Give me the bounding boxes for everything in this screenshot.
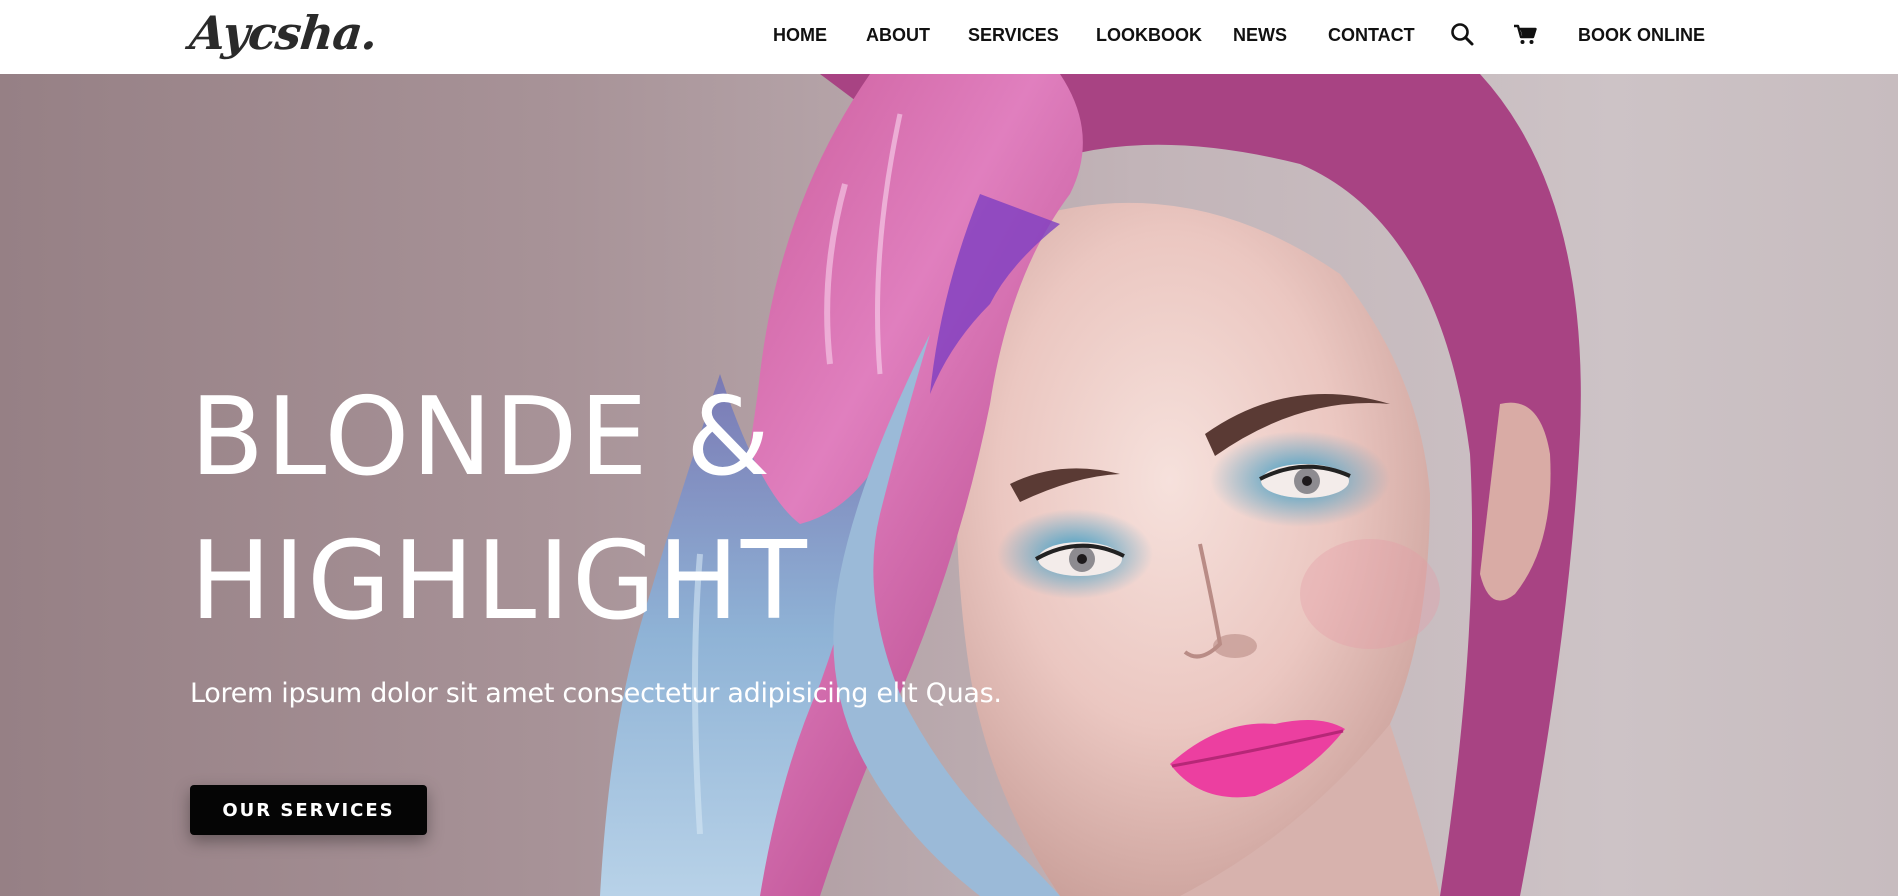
- search-icon[interactable]: [1448, 20, 1476, 48]
- nav-home[interactable]: HOME: [773, 23, 827, 47]
- hero-title-line-2: HIGHLIGHT: [190, 519, 809, 644]
- main-nav: HOME ABOUT SERVICES LOOKBOOK NEWS CONTAC…: [0, 0, 1898, 74]
- hero-banner: BLONDE & HIGHLIGHT Lorem ipsum dolor sit…: [0, 74, 1898, 896]
- hero-subtitle: Lorem ipsum dolor sit amet consectetur a…: [190, 678, 1002, 709]
- site-header: Aycsha. HOME ABOUT SERVICES LOOKBOOK NEW…: [0, 0, 1898, 74]
- nav-contact[interactable]: CONTACT: [1328, 23, 1415, 47]
- nav-news[interactable]: NEWS: [1233, 23, 1287, 47]
- nav-about[interactable]: ABOUT: [866, 23, 930, 47]
- nav-services[interactable]: SERVICES: [968, 23, 1059, 47]
- cart-icon[interactable]: [1511, 20, 1539, 48]
- hero-title: BLONDE & HIGHLIGHT: [190, 366, 1090, 654]
- book-online-link[interactable]: BOOK ONLINE: [1578, 23, 1705, 47]
- hero-title-line-1: BLONDE &: [190, 375, 773, 500]
- our-services-button[interactable]: OUR SERVICES: [190, 785, 427, 835]
- nav-lookbook[interactable]: LOOKBOOK: [1096, 23, 1202, 47]
